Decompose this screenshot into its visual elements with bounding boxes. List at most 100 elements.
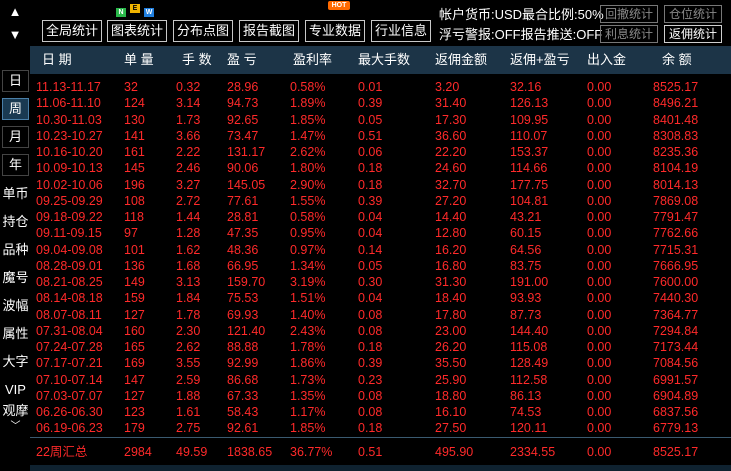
col-rebate-plus-profit: 返佣+盈亏 bbox=[510, 52, 570, 67]
table-cell: 1.62 bbox=[176, 242, 201, 257]
table-cell: 1.34% bbox=[290, 258, 326, 273]
table-cell: 32.16 bbox=[510, 80, 542, 94]
position-stats-button[interactable]: 仓位统计 bbox=[664, 5, 722, 23]
table-cell: 0.58% bbox=[290, 80, 326, 94]
table-cell: 0.00 bbox=[587, 258, 612, 273]
table-cell: 3.66 bbox=[176, 128, 201, 143]
table-cell: 0.51 bbox=[358, 128, 383, 143]
tab-volatility[interactable]: 波幅 bbox=[2, 296, 29, 316]
rebate-stats-button[interactable]: 返佣统计 bbox=[664, 25, 722, 43]
table-cell: 0.04 bbox=[358, 210, 383, 224]
table-cell: 1.88 bbox=[176, 388, 201, 403]
tab-attributes[interactable]: 属性 bbox=[2, 324, 29, 344]
global-stats-button[interactable]: 全局统计 bbox=[42, 20, 102, 42]
table-cell: 0.23 bbox=[358, 372, 383, 387]
table-row: 07.24-07.28 165 2.62 88.88 1.78% 0.18 26.20 115… bbox=[30, 339, 731, 356]
table-row: 07.17-07.21 169 3.55 92.99 1.86% 0.39 35.50 128… bbox=[30, 355, 731, 372]
tab-day[interactable]: 日 bbox=[2, 70, 29, 92]
tab-single-currency[interactable]: 单币 bbox=[2, 184, 29, 204]
table-cell: 7869.08 bbox=[653, 193, 699, 208]
new-badge-w: W bbox=[144, 8, 154, 17]
summary-row: 22周汇总 2984 49.59 1838.65 36.77% 0.51 495… bbox=[30, 437, 731, 465]
table-cell: 0.00 bbox=[587, 161, 612, 176]
table-cell: 131.17 bbox=[227, 145, 266, 159]
col-deposit-withdraw: 出入金 bbox=[587, 52, 627, 67]
table-row: 07.31-08.04 160 2.30 121.40 2.43% 0.08 23.00 14… bbox=[30, 323, 731, 340]
table-cell: 0.00 bbox=[587, 388, 612, 403]
table-cell: 108 bbox=[124, 193, 145, 208]
table-cell: 109.95 bbox=[510, 112, 549, 127]
distribution-chart-button[interactable]: 分布点图 bbox=[173, 20, 233, 42]
tab-large-font[interactable]: 大字 bbox=[2, 352, 29, 372]
table-cell: 74.53 bbox=[510, 405, 542, 419]
table-cell: 31.30 bbox=[435, 275, 467, 289]
table-row: 07.03-07.07 127 1.88 67.33 1.35% 0.08 18.80 86.… bbox=[30, 388, 731, 405]
side-more-icon[interactable]: ﹀ bbox=[2, 420, 29, 434]
table-cell: 124 bbox=[124, 96, 145, 111]
summary-cell: 495.90 bbox=[435, 445, 474, 459]
tab-symbol[interactable]: 品种 bbox=[2, 240, 29, 260]
tab-vip[interactable]: VIP bbox=[2, 380, 29, 400]
report-screenshot-button[interactable]: 报告截图 bbox=[239, 20, 299, 42]
table-cell: 17.30 bbox=[435, 112, 467, 127]
scroll-up-icon[interactable]: ▲ bbox=[2, 1, 28, 23]
table-cell: 60.15 bbox=[510, 226, 542, 241]
table-cell: 0.00 bbox=[587, 112, 612, 127]
pro-data-button[interactable]: 专业数据 bbox=[305, 20, 365, 42]
tab-year[interactable]: 年 bbox=[2, 154, 29, 176]
table-cell: 16.10 bbox=[435, 405, 467, 419]
chart-stats-button[interactable]: 图表统计 bbox=[107, 20, 167, 42]
table-cell: 1.84 bbox=[176, 291, 201, 306]
tab-week[interactable]: 周 bbox=[2, 98, 29, 120]
table-cell: 87.73 bbox=[510, 307, 542, 322]
table-cell: 18.80 bbox=[435, 388, 467, 403]
col-max-lots: 最大手数 bbox=[358, 52, 411, 67]
table-cell: 179 bbox=[124, 421, 145, 436]
table-cell: 35.50 bbox=[435, 356, 467, 371]
table-header: 日 期 单 量 手 数 盈 亏 盈利率 最大手数 返佣金额 返佣+盈亏 出入金 … bbox=[30, 46, 731, 74]
table-cell: 32 bbox=[124, 80, 138, 94]
table-row: 09.18-09.22 118 1.44 28.81 0.58% 0.04 14.40 43.… bbox=[30, 209, 731, 226]
table-cell: 07.03-07.07 bbox=[36, 388, 103, 403]
tab-observe[interactable]: 观摩 bbox=[2, 401, 29, 421]
table-cell: 83.75 bbox=[510, 258, 542, 273]
table-cell: 93.93 bbox=[510, 291, 542, 306]
summary-cell: 0.00 bbox=[587, 445, 612, 459]
table-cell: 27.50 bbox=[435, 421, 467, 436]
table-cell: 1.40% bbox=[290, 307, 326, 322]
table-cell: 06.19-06.23 bbox=[36, 421, 103, 436]
interest-stats-button[interactable]: 利息统计 bbox=[600, 25, 658, 43]
table-cell: 127 bbox=[124, 388, 145, 403]
table-cell: 0.00 bbox=[587, 242, 612, 257]
table-cell: 7762.66 bbox=[653, 226, 699, 241]
table-cell: 0.18 bbox=[358, 161, 383, 176]
table-cell: 191.00 bbox=[510, 275, 549, 289]
table-cell: 165 bbox=[124, 340, 145, 354]
scroll-arrows: ▲ ▼ bbox=[0, 0, 30, 46]
table-cell: 145 bbox=[124, 161, 145, 176]
table-cell: 145.05 bbox=[227, 177, 266, 192]
table-cell: 0.30 bbox=[358, 275, 383, 289]
table-cell: 1.80% bbox=[290, 161, 326, 176]
table-row: 08.14-08.18 159 1.84 75.53 1.51% 0.04 18.40 93.… bbox=[30, 290, 731, 307]
industry-info-button[interactable]: 行业信息 bbox=[371, 20, 431, 42]
table-cell: 0.00 bbox=[587, 307, 612, 322]
tab-month[interactable]: 月 bbox=[2, 126, 29, 148]
table-cell: 08.21-08.25 bbox=[36, 275, 103, 289]
table-cell: 7715.31 bbox=[653, 242, 699, 257]
table-cell: 97 bbox=[124, 226, 138, 241]
table-cell: 1.85% bbox=[290, 421, 326, 436]
scroll-down-icon[interactable]: ▼ bbox=[2, 24, 28, 46]
table-cell: 1.35% bbox=[290, 388, 326, 403]
tab-holdings[interactable]: 持仓 bbox=[2, 212, 29, 232]
table-cell: 86.13 bbox=[510, 388, 542, 403]
new-badge-n: N bbox=[116, 8, 126, 17]
tab-magic-number[interactable]: 魔号 bbox=[2, 268, 29, 288]
table-cell: 22.20 bbox=[435, 145, 467, 159]
drawdown-stats-button[interactable]: 回撤统计 bbox=[600, 5, 658, 23]
table-cell: 130 bbox=[124, 112, 145, 127]
table-cell: 25.90 bbox=[435, 372, 467, 387]
table-cell: 07.31-08.04 bbox=[36, 323, 103, 338]
table-cell: 2.90% bbox=[290, 177, 326, 192]
table-cell: 16.20 bbox=[435, 242, 467, 257]
